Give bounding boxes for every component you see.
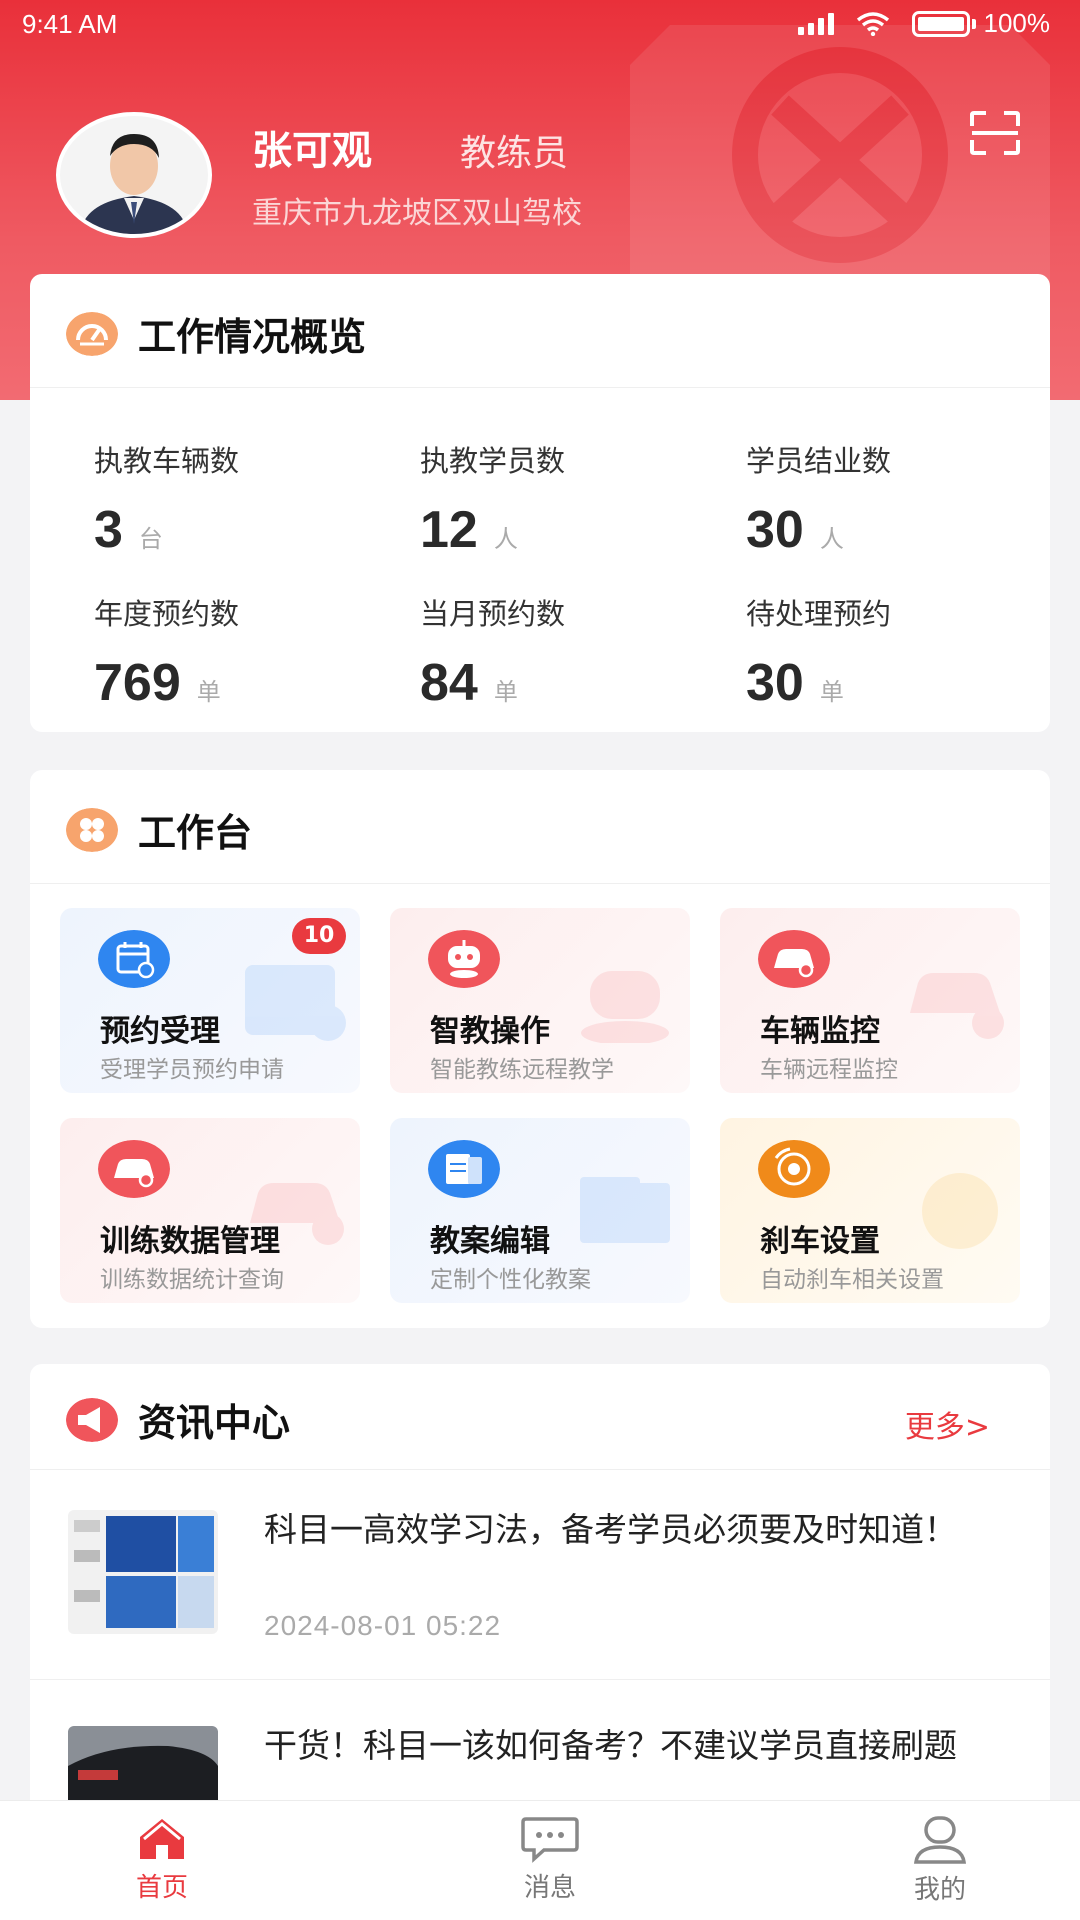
- stat-value: 30: [746, 654, 804, 712]
- stat-value: 12: [420, 501, 478, 559]
- stat-unit: 单: [196, 678, 221, 706]
- tile-name: 智教操作: [430, 1014, 550, 1049]
- tile-smart-teaching[interactable]: 智教操作 智能教练远程教学: [390, 908, 690, 1093]
- battery-icon: 100%: [911, 8, 1051, 39]
- tile-name: 预约受理: [100, 1014, 220, 1049]
- workbench-title: 工作台: [138, 811, 253, 855]
- tile-desc: 受理学员预约申请: [100, 1057, 284, 1083]
- stat-graduates: 学员结业数 30 人: [746, 438, 1046, 560]
- stat-label: 学员结业数: [746, 444, 892, 478]
- tile-desc: 车辆远程监控: [760, 1057, 898, 1083]
- news-thumbnail: [68, 1510, 218, 1634]
- workbench-header: 工作台: [30, 770, 1050, 884]
- tile-booking[interactable]: 10 预约受理 受理学员预约申请: [60, 908, 360, 1093]
- user-icon: [913, 1816, 967, 1864]
- tile-name: 车辆监控: [760, 1014, 880, 1049]
- stat-label: 执教学员数: [420, 444, 566, 478]
- overview-card: 工作情况概览 执教车辆数 3 台 执教学员数 12 人 学员结业数 30 人 年…: [30, 274, 1050, 732]
- tab-label: 首页: [135, 1873, 188, 1903]
- stat-value: 84: [420, 654, 478, 712]
- booking-count-badge: 10: [292, 918, 346, 954]
- news-more-link[interactable]: 更多>: [905, 1402, 990, 1446]
- stat-monthly-bookings: 当月预约数 84 单: [420, 591, 720, 713]
- lesson-plan-icon: [428, 1140, 500, 1198]
- stat-label: 执教车辆数: [94, 444, 240, 478]
- megaphone-icon: [66, 1398, 118, 1442]
- robot-bg-icon: [581, 971, 669, 1043]
- tile-brake-settings[interactable]: 刹车设置 自动刹车相关设置: [720, 1118, 1020, 1303]
- user-role: 教练员: [460, 133, 569, 174]
- tile-name: 刹车设置: [760, 1224, 880, 1259]
- news-headline: 科目一高效学习法，备考学员必须要及时知道！: [264, 1510, 957, 1549]
- stat-students: 执教学员数 12 人: [420, 438, 720, 560]
- stat-label: 年度预约数: [94, 597, 240, 631]
- tab-label: 我的: [913, 1875, 966, 1905]
- stat-label: 待处理预约: [746, 597, 892, 631]
- news-header: 资讯中心 更多>: [30, 1364, 1050, 1470]
- status-time: 9:41 AM: [22, 9, 118, 39]
- tile-name: 教案编辑: [430, 1224, 550, 1259]
- home-icon: [140, 1819, 184, 1859]
- brake-icon: [758, 1140, 830, 1198]
- message-icon: [521, 1817, 579, 1863]
- news-headline: 干货！科目一该如何备考？不建议学员直接刷题: [264, 1726, 957, 1765]
- stat-value: 30: [746, 501, 804, 559]
- avatar-photo: [60, 116, 208, 234]
- stat-value: 3: [94, 501, 123, 559]
- stat-unit: 单: [493, 678, 518, 706]
- tab-messages[interactable]: 消息: [470, 1815, 630, 1904]
- battery-level: 100%: [983, 8, 1051, 38]
- tab-profile[interactable]: 我的: [860, 1815, 1020, 1906]
- bottom-tab-bar: 首页 消息 我的: [0, 1800, 1080, 1920]
- overview-title: 工作情况概览: [138, 315, 367, 359]
- news-title: 资讯中心: [138, 1401, 291, 1445]
- tile-lesson-plan[interactable]: 教案编辑 定制个性化教案: [390, 1118, 690, 1303]
- car-bg-icon: [910, 973, 1004, 1039]
- calendar-icon: [98, 930, 170, 988]
- stat-unit: 台: [138, 525, 163, 553]
- stat-unit: 单: [819, 678, 844, 706]
- tile-desc: 智能教练远程教学: [430, 1057, 614, 1083]
- stat-vehicles: 执教车辆数 3 台: [94, 438, 394, 560]
- stat-yearly-bookings: 年度预约数 769 单: [94, 591, 394, 713]
- user-school: 重庆市九龙坡区双山驾校: [252, 196, 582, 231]
- grid-apps-icon: [66, 808, 118, 852]
- status-bar: 9:41 AM 100%: [0, 0, 1080, 50]
- avatar[interactable]: [56, 112, 212, 238]
- workbench-tiles: 10 预约受理 受理学员预约申请 智教操作 智能教练远程教学 车辆监控 车辆远程…: [30, 884, 1050, 1324]
- robot-icon: [428, 930, 500, 988]
- lesson-plan-bg-icon: [580, 1177, 670, 1243]
- tile-desc: 训练数据统计查询: [100, 1267, 284, 1293]
- tile-training-data[interactable]: 训练数据管理 训练数据统计查询: [60, 1118, 360, 1303]
- overview-header: 工作情况概览: [30, 274, 1050, 388]
- tile-desc: 自动刹车相关设置: [760, 1267, 944, 1293]
- news-item[interactable]: 科目一高效学习法，备考学员必须要及时知道！ 2024-08-01 05:22: [30, 1470, 1050, 1680]
- stat-value: 769: [94, 654, 181, 712]
- stats-grid: 执教车辆数 3 台 执教学员数 12 人 学员结业数 30 人 年度预约数 76…: [30, 388, 1050, 738]
- stat-unit: 人: [493, 525, 518, 553]
- tile-vehicle-monitor[interactable]: 车辆监控 车辆远程监控: [720, 908, 1020, 1093]
- stat-pending-bookings: 待处理预约 30 单: [746, 591, 1046, 713]
- brake-bg-icon: [922, 1173, 998, 1249]
- user-name: 张可观: [252, 128, 372, 174]
- car-data-icon: [98, 1140, 170, 1198]
- stat-unit: 人: [819, 525, 844, 553]
- tile-desc: 定制个性化教案: [430, 1267, 591, 1293]
- workbench-card: 工作台 10 预约受理 受理学员预约申请 智教操作 智能教练远程教学 车辆监控 …: [30, 770, 1050, 1328]
- tab-home[interactable]: 首页: [82, 1815, 242, 1904]
- car-monitor-icon: [758, 930, 830, 988]
- news-date: 2024-08-01 05:22: [264, 1610, 502, 1641]
- calendar-bg-icon: [245, 965, 346, 1041]
- tab-label: 消息: [523, 1873, 576, 1903]
- cell-signal-icon: [797, 12, 834, 35]
- wifi-icon: [856, 11, 889, 36]
- stat-label: 当月预约数: [420, 597, 566, 631]
- dashboard-icon: [66, 312, 118, 356]
- scan-icon[interactable]: [968, 110, 1022, 156]
- tile-name: 训练数据管理: [100, 1224, 280, 1259]
